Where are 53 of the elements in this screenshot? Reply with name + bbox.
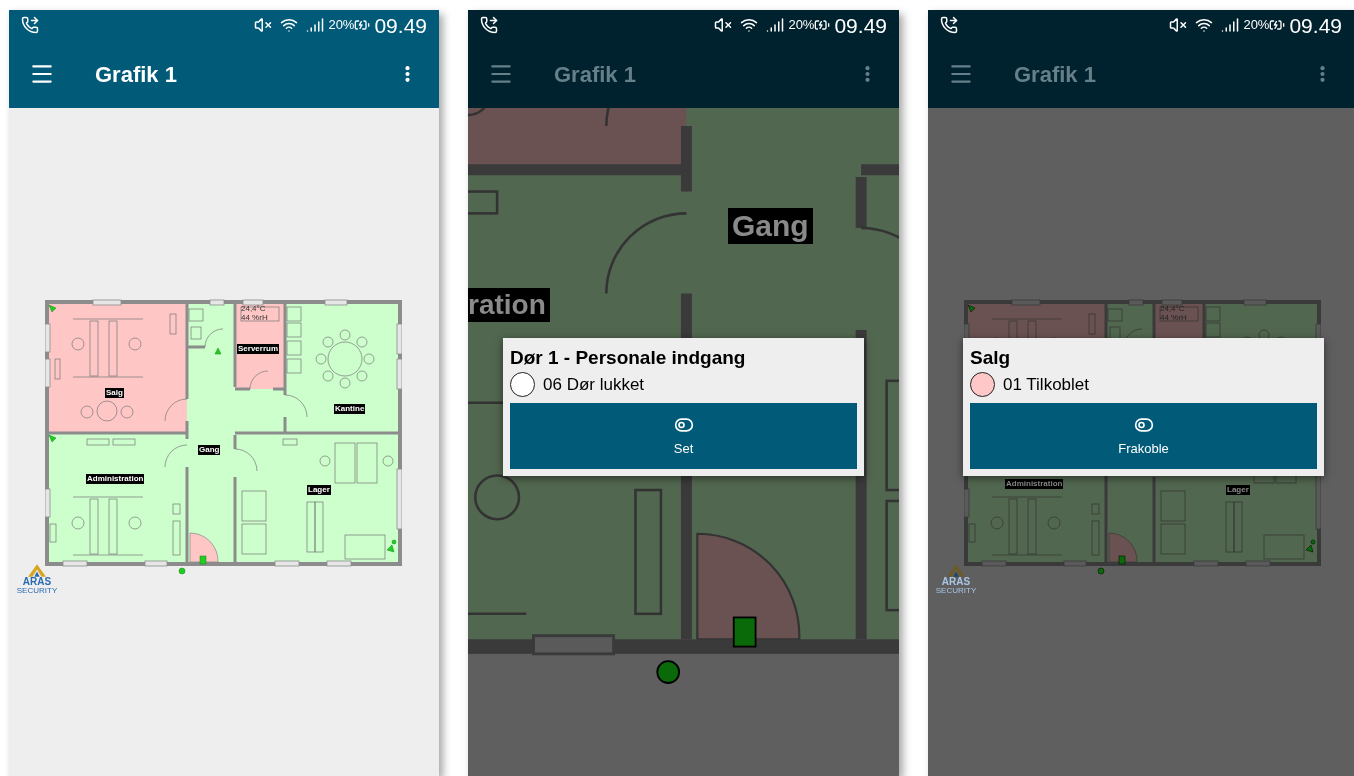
more-options-icon xyxy=(864,65,870,83)
room-label: ration xyxy=(468,288,550,322)
room-label: Gang xyxy=(728,208,813,244)
mute-icon xyxy=(714,16,733,34)
status-text: 01 Tilkoblet xyxy=(1003,373,1089,396)
mute-icon xyxy=(254,16,273,34)
room-label: Serverrum xyxy=(237,344,280,354)
app-title: Grafik 1 xyxy=(554,60,637,89)
signal-icon xyxy=(306,16,325,34)
clock-time: 09.49 xyxy=(1289,14,1342,36)
clock-time: 09.49 xyxy=(834,14,887,36)
sensor-reading: 44 %rH xyxy=(241,314,268,322)
sensor-reading: 24,4°C xyxy=(1160,305,1185,313)
logo-tagline: SECURITY xyxy=(16,587,58,595)
battery-icon xyxy=(814,17,831,33)
phone-call-icon xyxy=(940,16,958,34)
clock-time: 09.49 xyxy=(374,14,427,36)
logo-triangle-icon xyxy=(28,564,46,577)
signal-icon xyxy=(1221,16,1240,34)
sensor-reading: 24,4°C xyxy=(241,305,266,313)
phone-call-icon xyxy=(21,16,39,34)
battery-percent: 20% xyxy=(1243,16,1270,35)
app-title: Grafik 1 xyxy=(95,60,178,89)
logo-triangle-icon xyxy=(947,564,965,577)
signal-icon xyxy=(766,16,785,34)
action-button[interactable]: Set xyxy=(510,403,857,470)
more-options-icon xyxy=(404,65,410,83)
sensor-reading: 44 %rH xyxy=(1160,314,1187,322)
wifi-icon xyxy=(280,16,299,34)
logo-name: ARAS xyxy=(22,577,52,587)
battery-icon xyxy=(354,17,371,33)
room-label: Lager xyxy=(307,485,331,495)
app-title: Grafik 1 xyxy=(1014,60,1097,89)
mute-icon xyxy=(1169,16,1188,34)
room-label: Salg xyxy=(105,388,124,398)
wifi-icon xyxy=(1195,16,1214,34)
logo-name: ARAS xyxy=(941,577,971,587)
logo-tagline: SECURITY xyxy=(935,587,977,595)
action-button[interactable]: Frakoble xyxy=(970,403,1317,470)
battery-icon xyxy=(1269,17,1286,33)
wifi-icon xyxy=(740,16,759,34)
room-label: Kantine xyxy=(334,404,366,414)
phone-call-icon xyxy=(480,16,498,34)
room-label: Administration xyxy=(86,474,145,484)
battery-percent: 20% xyxy=(328,16,355,35)
room-label: Lager xyxy=(1226,485,1250,495)
room-label: Gang xyxy=(198,445,221,455)
battery-percent: 20% xyxy=(788,16,815,35)
popup-title: Salg xyxy=(970,346,1012,370)
popup-title: Dør 1 - Personale indgang xyxy=(510,346,747,370)
status-text: 06 Dør lukket xyxy=(543,373,645,396)
more-options-icon xyxy=(1319,65,1325,83)
room-label: Administration xyxy=(1005,479,1064,489)
